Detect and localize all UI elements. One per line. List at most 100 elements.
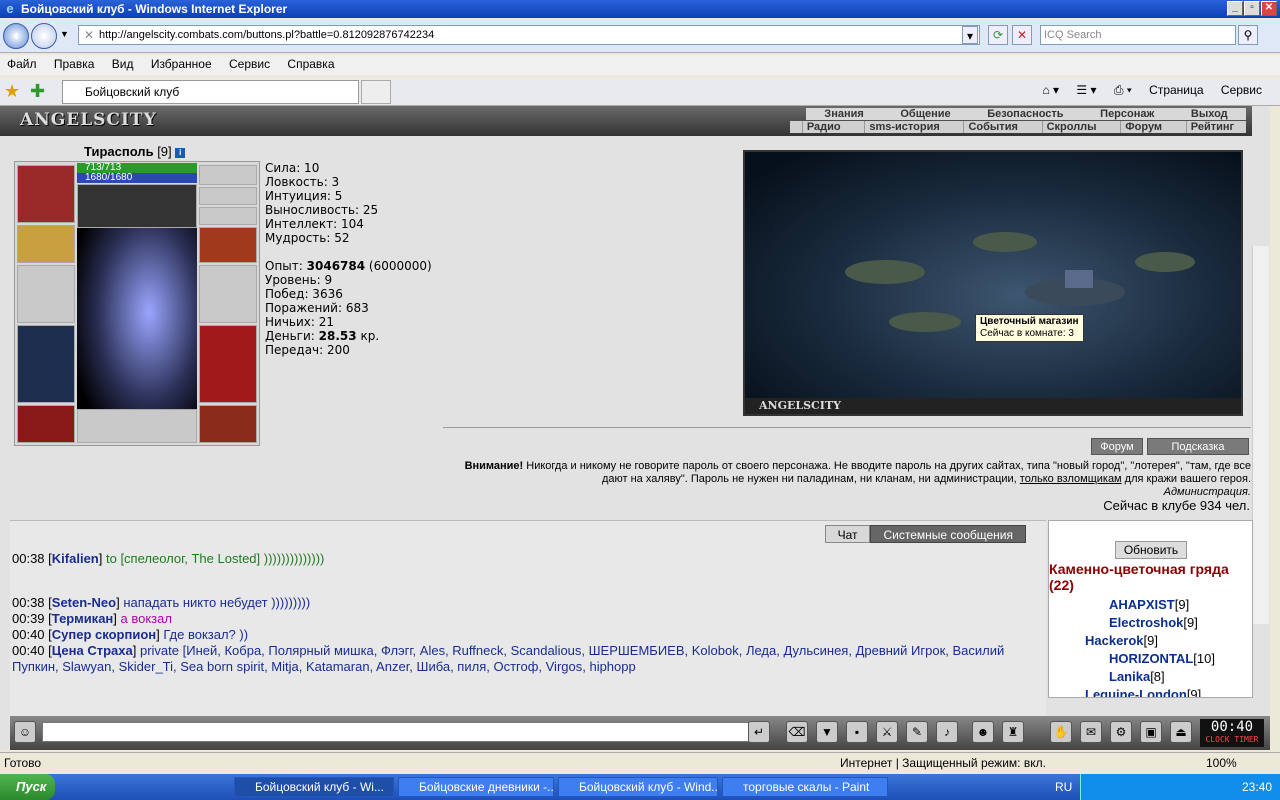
armor-slot[interactable] bbox=[17, 325, 75, 403]
helmet-slot[interactable] bbox=[17, 165, 75, 223]
belt-slot[interactable] bbox=[17, 405, 75, 443]
hint-button[interactable]: Подсказка bbox=[1147, 438, 1249, 455]
close-button[interactable]: ✕ bbox=[1261, 1, 1277, 16]
clear-icon[interactable]: ⌫ bbox=[786, 721, 808, 743]
tab-system-messages[interactable]: Системные сообщения bbox=[870, 525, 1026, 543]
refresh-icon[interactable]: ⟳ bbox=[988, 25, 1008, 45]
roster-user[interactable]: Electroshok[9] bbox=[1109, 615, 1198, 630]
rings-slot[interactable] bbox=[199, 207, 257, 225]
roster-user[interactable]: HORIZONTAL[10] bbox=[1109, 651, 1215, 666]
send-icon[interactable]: ↵ bbox=[748, 721, 770, 743]
chat-head-icon[interactable]: ☺ bbox=[14, 721, 36, 743]
weapon-slot[interactable] bbox=[17, 265, 75, 323]
favorites-star-icon[interactable]: ★ bbox=[4, 81, 20, 102]
roster-user[interactable]: AHAPXIST[9] bbox=[1109, 597, 1189, 612]
task-diaries[interactable]: Бойцовские дневники -... bbox=[398, 777, 554, 797]
menu-sms[interactable]: sms-история bbox=[864, 121, 940, 133]
forward-icon[interactable]: › bbox=[31, 23, 57, 49]
stat-draws: Ничьих: 21 bbox=[265, 315, 335, 329]
stop-icon[interactable]: ✕ bbox=[1012, 25, 1032, 45]
forum-button[interactable]: Форум bbox=[1091, 438, 1143, 455]
tools-menu[interactable]: Сервис bbox=[1221, 83, 1262, 97]
translit-icon[interactable]: ✎ bbox=[906, 721, 928, 743]
menu-character[interactable]: Персонаж bbox=[1100, 108, 1154, 120]
menu-view[interactable]: Вид bbox=[105, 55, 141, 73]
smiley-icon[interactable]: ☻ bbox=[972, 721, 994, 743]
tool-icon[interactable]: ⚙ bbox=[1110, 721, 1132, 743]
save-icon[interactable]: ▪ bbox=[846, 721, 868, 743]
menu-forum[interactable]: Форум bbox=[1120, 121, 1162, 133]
chat-messages: 00:38 [Kifalien] to [спелеолог, The Lost… bbox=[12, 551, 1042, 675]
gloves-slot[interactable] bbox=[199, 227, 257, 263]
menu-radio[interactable]: Радио bbox=[801, 121, 841, 133]
menu-exit[interactable]: Выход bbox=[1191, 108, 1228, 120]
chat-message: 00:40 [Цена Страха] private [Иней, Кобра… bbox=[12, 643, 1005, 674]
roster-user[interactable]: Leguine-London[9] bbox=[1085, 687, 1201, 697]
menu-tools[interactable]: Сервис bbox=[222, 55, 277, 73]
task-combats-1[interactable]: Бойцовский клуб - Wi... bbox=[234, 777, 394, 797]
start-button[interactable]: Пуск bbox=[0, 774, 55, 800]
menu-scrolls[interactable]: Скроллы bbox=[1041, 121, 1097, 133]
roster-user[interactable]: Hackerok[9] bbox=[1085, 633, 1158, 648]
info-icon[interactable]: i bbox=[175, 147, 186, 158]
menu-edit[interactable]: Правка bbox=[47, 55, 102, 73]
chat-input[interactable] bbox=[42, 722, 750, 742]
search-input[interactable]: ICQ Search bbox=[1040, 25, 1236, 45]
scroll-slots[interactable] bbox=[77, 184, 197, 228]
hackers-link[interactable]: только взломщикам bbox=[1020, 473, 1122, 485]
print-icon[interactable]: ⎙ ▾ bbox=[1114, 83, 1132, 97]
status-bar: Готово Интернет | Защищенный режим: вкл.… bbox=[0, 752, 1280, 774]
menu-help[interactable]: Справка bbox=[280, 55, 341, 73]
bracer-slot[interactable] bbox=[17, 225, 75, 263]
helmet-icon[interactable]: ♜ bbox=[1002, 721, 1024, 743]
refresh-button[interactable]: Обновить bbox=[1115, 541, 1187, 559]
tab-chat[interactable]: Чат bbox=[824, 525, 871, 543]
menu-communication[interactable]: Общение bbox=[900, 108, 950, 120]
fight-icon[interactable]: ⚔ bbox=[876, 721, 898, 743]
zoom-level[interactable]: 100% bbox=[1206, 756, 1237, 770]
boots-slot[interactable] bbox=[199, 405, 257, 443]
menu-favorites[interactable]: Избранное bbox=[144, 55, 219, 73]
sound-icon[interactable]: ♪ bbox=[936, 721, 958, 743]
scroll-icon[interactable]: ✉ bbox=[1080, 721, 1102, 743]
menu-security[interactable]: Безопасность bbox=[987, 108, 1063, 120]
menu-file[interactable]: Файл bbox=[0, 55, 44, 73]
amulet-slot[interactable] bbox=[199, 187, 257, 205]
game-menu-secondary: Радио sms-история События Скроллы Форум … bbox=[790, 121, 1246, 133]
exit-icon[interactable]: ⏏ bbox=[1170, 721, 1192, 743]
maximize-button[interactable]: ▫ bbox=[1244, 1, 1260, 16]
empty-slots[interactable] bbox=[77, 409, 197, 443]
tab-combats[interactable]: Бойцовский клуб bbox=[62, 80, 359, 104]
top-scrollbar[interactable] bbox=[1252, 246, 1269, 624]
task-paint[interactable]: торговые скалы - Paint bbox=[722, 777, 888, 797]
legs-slot[interactable] bbox=[199, 325, 257, 403]
search-icon[interactable]: ⚲ bbox=[1238, 25, 1258, 45]
chat-tabs: Чат Системные сообщения bbox=[824, 525, 1026, 543]
minimize-button[interactable]: _ bbox=[1227, 1, 1243, 16]
page-menu[interactable]: Страница bbox=[1149, 83, 1203, 97]
menu-events[interactable]: События bbox=[963, 121, 1018, 133]
hand-icon[interactable]: ✋ bbox=[1050, 721, 1072, 743]
url-field[interactable]: http://angelscity.combats.com/buttons.pl… bbox=[78, 25, 980, 45]
feeds-icon[interactable]: ☰ ▾ bbox=[1076, 83, 1096, 97]
new-tab-button[interactable] bbox=[361, 80, 391, 104]
address-bar: ‹ › ▼ http://angelscity.combats.com/butt… bbox=[0, 19, 1280, 53]
filter-icon[interactable]: ▼ bbox=[816, 721, 838, 743]
divider bbox=[443, 427, 1251, 428]
url-dropdown-icon[interactable]: ▾ bbox=[962, 26, 978, 44]
back-icon[interactable]: ‹ bbox=[3, 23, 29, 49]
language-indicator[interactable]: RU bbox=[1055, 780, 1072, 794]
menu-knowledge[interactable]: Знания bbox=[824, 108, 863, 120]
task-combats-2[interactable]: Бойцовский клуб - Wind... bbox=[558, 777, 718, 797]
earring-slot[interactable] bbox=[199, 165, 257, 185]
history-dropdown-icon[interactable]: ▼ bbox=[60, 29, 69, 39]
shield-slot[interactable] bbox=[199, 265, 257, 323]
roster-user[interactable]: Lanika[8] bbox=[1109, 669, 1165, 684]
tray-clock[interactable]: 23:40 bbox=[1242, 774, 1272, 800]
location-map[interactable]: Цветочный магазин Сейчас в комнате: 3 AN… bbox=[743, 150, 1243, 416]
mana-bar: 1680/1680 bbox=[77, 173, 197, 183]
menu-rating[interactable]: Рейтинг bbox=[1185, 121, 1234, 133]
home-icon[interactable]: ⌂ ▾ bbox=[1042, 83, 1059, 97]
lock-icon[interactable]: ▣ bbox=[1140, 721, 1162, 743]
add-favorite-icon[interactable]: ✚ bbox=[30, 81, 45, 102]
